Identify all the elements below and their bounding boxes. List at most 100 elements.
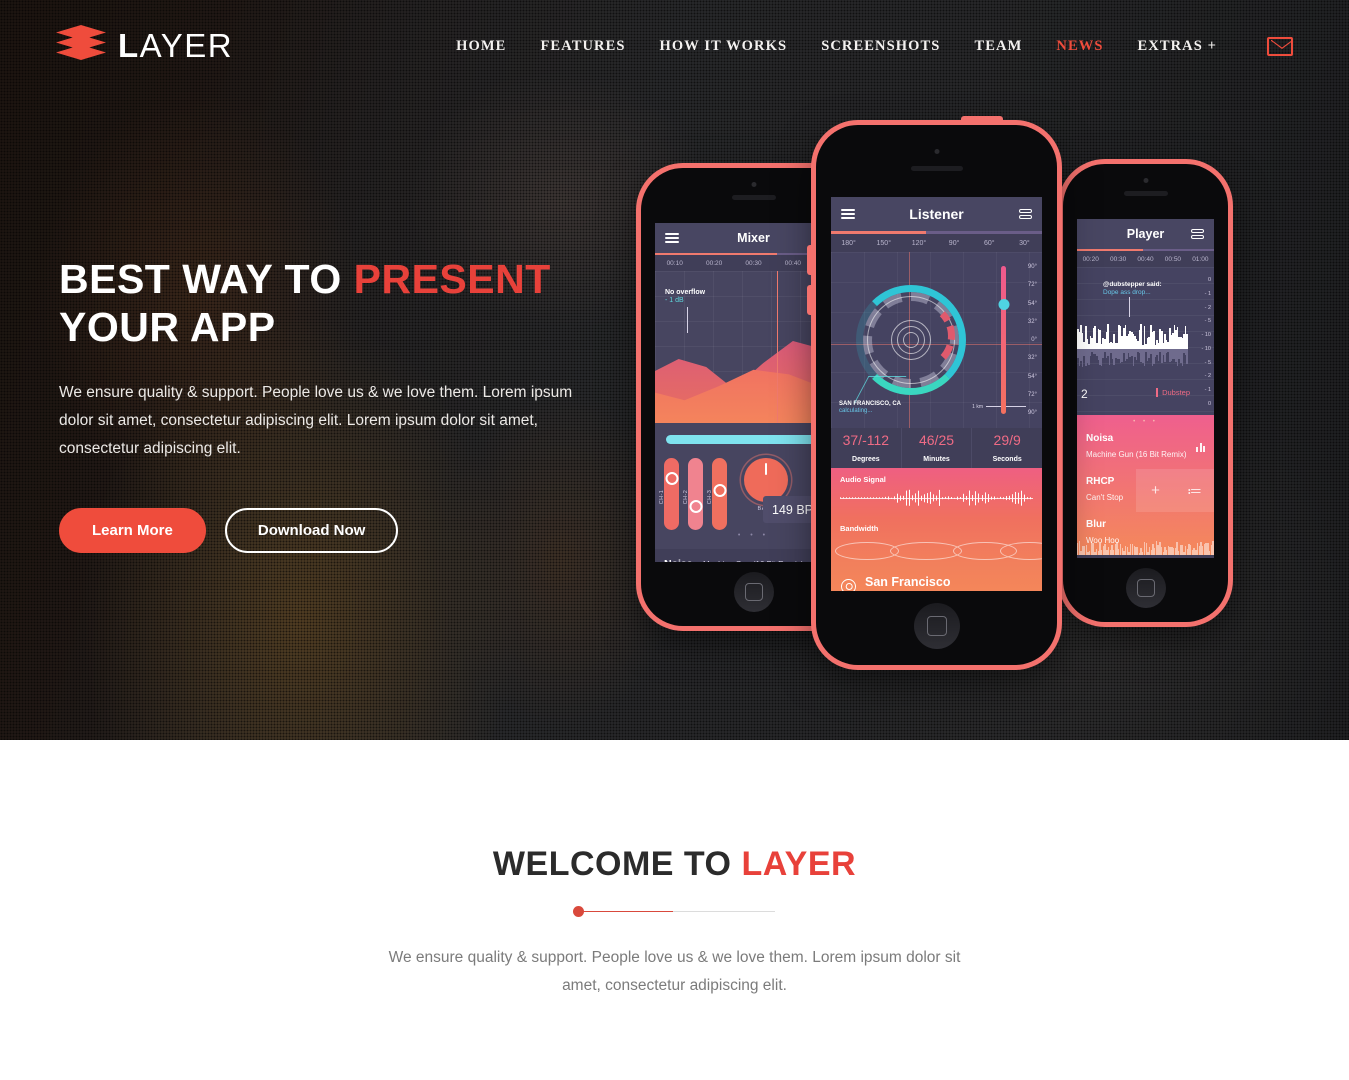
lat-tick: 72° [1027, 282, 1037, 289]
comment-user: @dubstepper said: [1103, 281, 1162, 288]
listener-radar-map: SAN FRANCISCO, CA calculating... 1 km 90… [831, 252, 1042, 428]
playlist-icon[interactable]: ≔ [1175, 469, 1214, 512]
download-now-button[interactable]: Download Now [224, 508, 399, 553]
volume-up-button[interactable] [807, 245, 812, 275]
home-button[interactable] [733, 572, 774, 612]
slider-handle[interactable] [998, 298, 1009, 310]
audio-signal-label: Audio Signal [840, 475, 886, 484]
ruler-tick: 120° [911, 239, 927, 247]
stat-value: 29/9 [993, 432, 1021, 448]
fader-ch1[interactable]: CH-1 [659, 458, 679, 530]
ruler-tick: 00:50 [1164, 255, 1182, 263]
track-title: Machine Gun (16 Bit Remix) [1086, 450, 1187, 459]
listener-degree-ruler: 180° 150° 120° 90° 60° 30° [831, 234, 1042, 252]
track-artist: Noisa - [664, 558, 699, 562]
logo-text-rest: AYER [139, 27, 234, 64]
stat-label: Seconds [992, 456, 1022, 463]
nav-item-home[interactable]: HOME [456, 38, 506, 55]
lat-tick: 0° [1031, 337, 1037, 343]
speaker-grille [910, 166, 963, 171]
logo-text-bold: L [118, 27, 140, 64]
stat-minutes: 46/25 Minutes [902, 428, 973, 468]
db-tick: - 10 [1201, 332, 1211, 339]
player-title: Player [1126, 227, 1165, 241]
nav-item-features[interactable]: FEATURES [540, 38, 625, 55]
bandwidth-panel: Bandwidth [831, 518, 1042, 564]
waveform-bottom [1077, 349, 1188, 371]
fader-label: CH-1 [659, 489, 666, 505]
latitude-slider[interactable] [998, 266, 1009, 414]
mixer-title: Mixer [737, 231, 770, 245]
ruler-tick: 00:30 [745, 259, 762, 267]
home-button[interactable] [1125, 568, 1166, 608]
fader-label: CH-2 [683, 489, 690, 505]
track-list-item[interactable]: Noisa Machine Gun (16 Bit Remix) [1077, 426, 1214, 469]
location-name: San Francisco [865, 574, 951, 589]
fader-ch2[interactable]: CH-2 [683, 458, 703, 530]
map-scale-bar: 1 km [972, 404, 1026, 410]
db-tick: - 5 [1204, 359, 1211, 366]
track-list-item[interactable]: Blur Woo Hoo [1077, 512, 1214, 555]
ruler-tick: 00:10 [666, 259, 683, 267]
ruler-tick: 30° [1019, 239, 1030, 247]
player-comment: @dubstepper said: Dope ass drop... [1103, 281, 1162, 296]
lat-tick: 72° [1027, 391, 1037, 398]
pagination-dots[interactable]: • • • [1077, 415, 1214, 426]
welcome-subtitle: We ensure quality & support. People love… [388, 949, 961, 994]
divider-line-red [574, 910, 673, 912]
nav-item-extras[interactable]: EXTRAS + [1137, 38, 1217, 55]
equalizer-icon[interactable] [1191, 228, 1204, 241]
player-search-bar[interactable]: Next Track :: Don Omar - Taboo [1077, 555, 1214, 558]
player-app-bar: Player [1077, 219, 1214, 249]
player-number: 2 [1081, 387, 1088, 401]
latitude-scale: 90° 72° 54° 32° 0° 32° 54° 72° 90° [1028, 264, 1037, 416]
equalizer-bars-icon [1196, 442, 1205, 452]
layers-icon [56, 25, 106, 67]
logo[interactable]: LAYER [56, 25, 233, 67]
db-tick: - 1 [1204, 290, 1211, 297]
comment-text: Dope ass drop... [1103, 289, 1151, 296]
camera-icon [934, 149, 939, 154]
radar-location-label: SAN FRANCISCO, CA calculating... [839, 401, 901, 414]
ruler-tick: 150° [876, 239, 891, 247]
listener-location-bar[interactable]: San Francisco CA, USA [831, 564, 1042, 591]
db-tick: - 10 [1201, 345, 1211, 352]
nav-item-news[interactable]: NEWS [1056, 38, 1103, 55]
player-waveform-chart: @dubstepper said: Dope ass drop... 0 - 1… [1077, 267, 1214, 415]
nav-item-team[interactable]: TEAM [974, 38, 1022, 55]
map-scale-text: 1 km [972, 404, 983, 410]
db-tick: 0 [1207, 277, 1211, 283]
speaker-grille [1123, 191, 1168, 196]
fader-label: CH-3 [707, 489, 714, 505]
main-navigation: HOME FEATURES HOW IT WORKS SCREENSHOTS T… [456, 36, 1293, 56]
mixer-annotation-value: - 1 dB [665, 297, 684, 304]
hamburger-icon[interactable] [665, 230, 679, 245]
ruler-tick: 00:20 [1082, 255, 1099, 263]
equalizer-icon[interactable] [1019, 208, 1032, 221]
audio-signal-panel: Audio Signal [831, 468, 1042, 518]
stat-label: Degrees [852, 456, 880, 463]
fader-ch3[interactable]: CH-3 [707, 458, 727, 530]
mixer-annotation-title: No overflow [665, 289, 706, 296]
ruler-tick: 00:30 [1109, 255, 1127, 263]
divider-dot [572, 906, 584, 917]
ruler-tick: 01:00 [1192, 255, 1209, 263]
nav-item-screenshots[interactable]: SCREENSHOTS [821, 38, 940, 55]
home-button[interactable] [913, 603, 960, 649]
envelope-icon[interactable] [1267, 36, 1293, 56]
player-track-list: • • • Noisa Machine Gun (16 Bit Remix) R… [1077, 415, 1214, 555]
track-actions: + ≔ [1136, 469, 1214, 512]
location-region: CA, USA [865, 589, 895, 592]
track-list-item[interactable]: RHCP Can't Stop + ≔ [1077, 469, 1214, 512]
listener-stats: 37/-112 Degrees 46/25 Minutes 29/9 Secon… [831, 428, 1042, 468]
db-tick: - 1 [1204, 387, 1211, 394]
add-track-button[interactable]: + [1136, 469, 1175, 512]
stat-degrees: 37/-112 Degrees [831, 428, 902, 468]
nav-item-how-it-works[interactable]: HOW IT WORKS [660, 38, 788, 55]
hamburger-icon[interactable] [841, 206, 855, 221]
hero-title: BEST WAY TO PRESENT YOUR APP [59, 255, 579, 351]
learn-more-button[interactable]: Learn More [59, 508, 206, 553]
mixer-master-slider[interactable] [666, 432, 843, 447]
power-button[interactable] [960, 116, 1003, 125]
volume-down-button[interactable] [807, 285, 812, 315]
